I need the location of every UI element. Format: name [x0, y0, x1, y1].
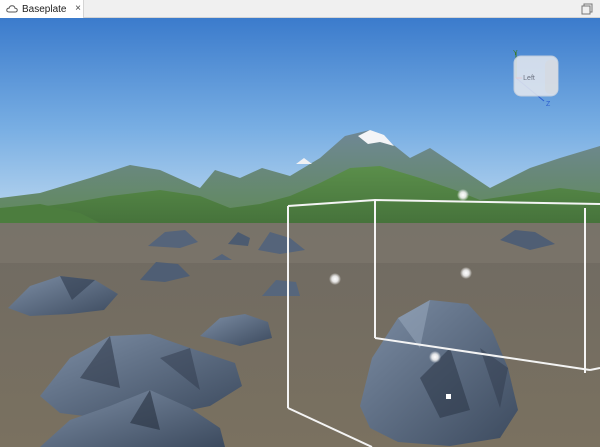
z-axis-label: Z [546, 101, 551, 108]
view-cube-face-label: Left [523, 75, 535, 82]
restore-window-icon[interactable] [580, 2, 594, 16]
tab-baseplate[interactable]: Baseplate × [0, 0, 84, 18]
scene: Left Y Z [0, 18, 600, 447]
pivot-marker[interactable] [446, 394, 451, 399]
resize-handle[interactable] [429, 351, 441, 363]
y-axis-label: Y [513, 50, 518, 57]
resize-handle[interactable] [457, 189, 469, 201]
view-cube-side [545, 60, 558, 94]
3d-viewport[interactable]: Left Y Z [0, 18, 600, 447]
tab-bar: Baseplate × [0, 0, 600, 18]
cloud-icon [6, 4, 18, 14]
resize-handle[interactable] [329, 273, 341, 285]
resize-handle[interactable] [460, 267, 472, 279]
tab-label: Baseplate [22, 3, 67, 15]
close-icon[interactable]: × [73, 4, 83, 14]
